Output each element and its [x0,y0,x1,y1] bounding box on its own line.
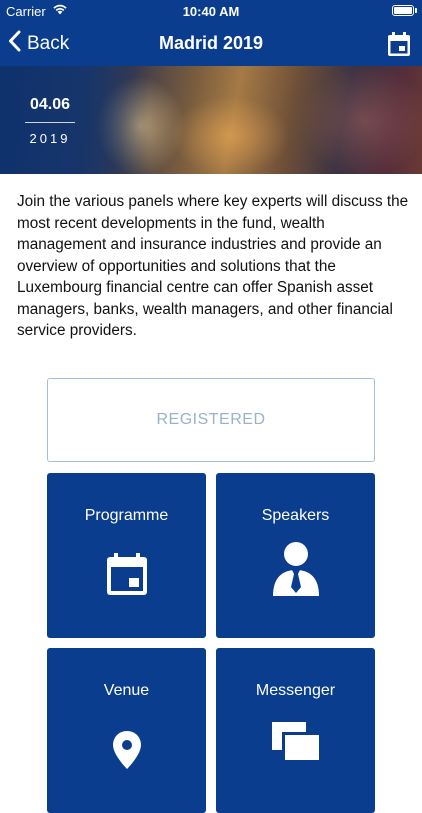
map-pin-icon [112,730,142,775]
event-day-month: 04.06 [29,96,71,113]
battery-icon [392,5,417,16]
navigation-bar: Back Madrid 2019 [0,22,422,66]
programme-label: Programme [84,507,169,524]
messenger-tile[interactable]: Messenger [216,648,375,813]
speakers-label: Speakers [261,507,330,524]
event-date: 04.06 2019 [0,96,100,146]
speakers-tile[interactable]: Speakers [216,473,375,638]
programme-tile[interactable]: Programme [47,473,206,638]
date-divider [25,122,75,123]
messenger-label: Messenger [255,682,336,699]
add-to-calendar-button[interactable] [386,31,412,57]
status-bar: Carrier 10:40 AM [0,0,422,22]
venue-label: Venue [103,682,150,699]
top-bar: Carrier 10:40 AM Back Madrid 2019 [0,0,422,66]
calendar-icon [386,32,412,61]
status-time: 10:40 AM [182,4,240,19]
page-title: Madrid 2019 [158,33,264,53]
calendar-icon [104,551,150,602]
venue-tile[interactable]: Venue [47,648,206,813]
event-banner: 04.06 2019 [0,66,422,174]
event-description: Join the various panels where key expert… [17,193,409,339]
event-year: 2019 [29,131,71,146]
messages-icon [270,720,322,765]
registration-status-button[interactable]: REGISTERED [47,378,375,462]
person-icon [271,541,321,602]
